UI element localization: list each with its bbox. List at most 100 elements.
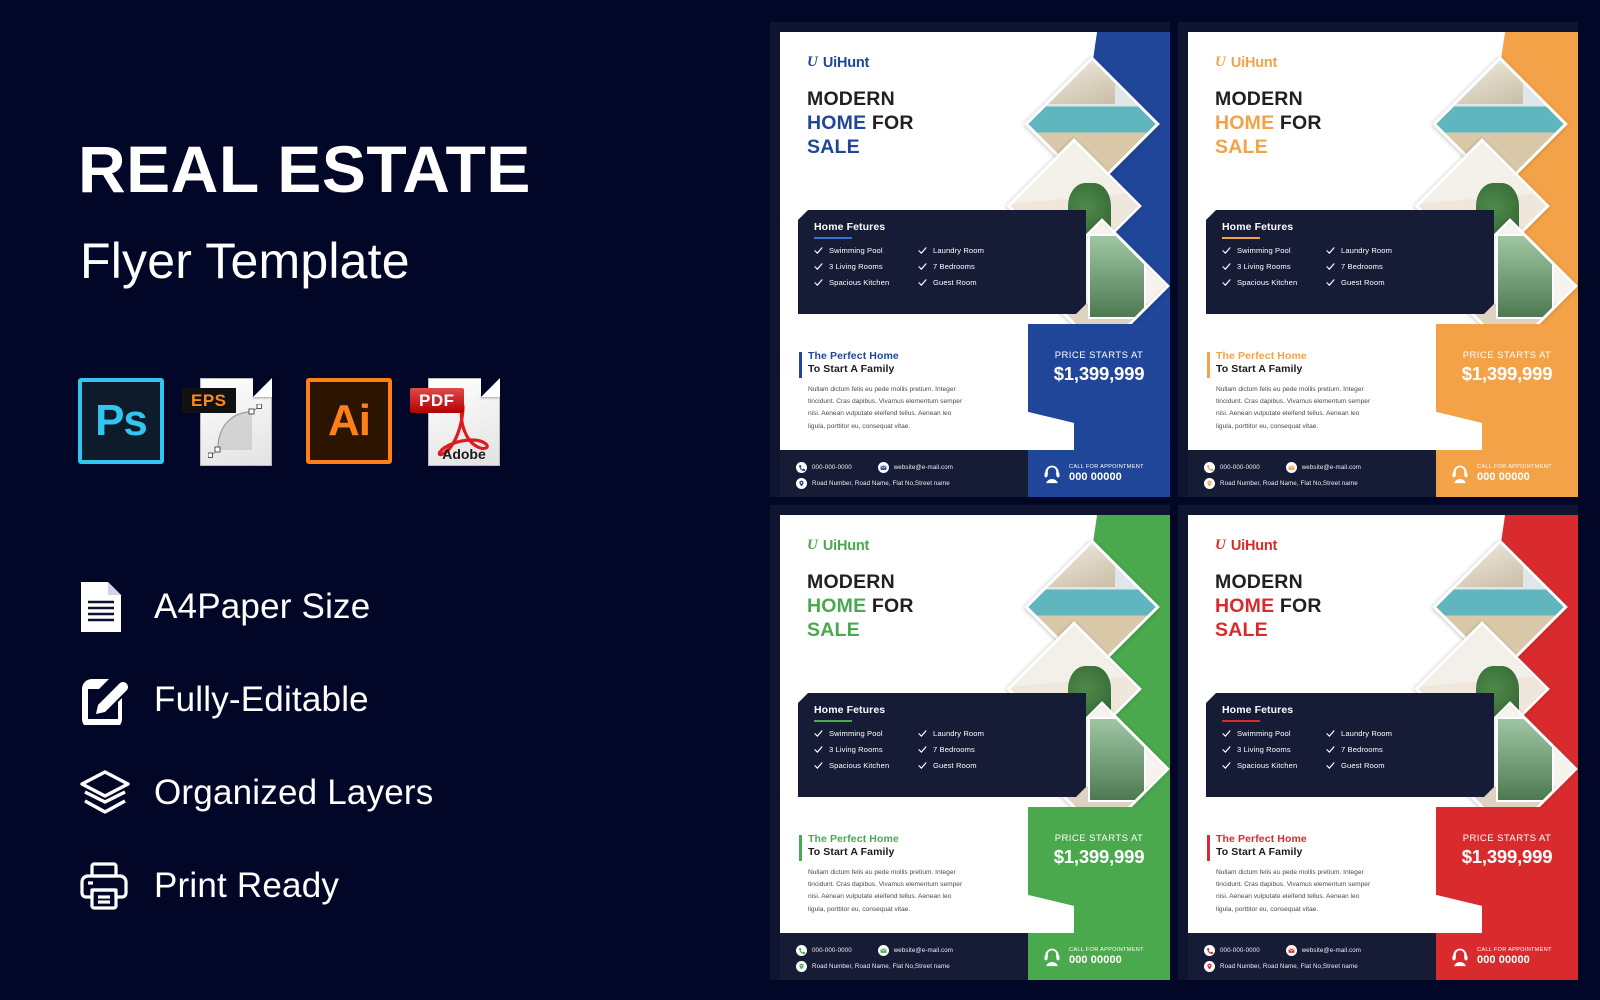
feature-text: 7 Bedrooms [933,262,975,271]
headline-line-1: MODERN [1215,571,1303,593]
check-icon [1222,262,1231,271]
phone-text: 000-000-0000 [1220,947,1260,954]
flyer-footer: 000-000-0000 website@e-mail.com Road Num… [1188,450,1578,497]
feature-list: A4Paper Size Fully-Editable Organized La… [78,560,433,932]
flyer-card-blue[interactable]: U UiHunt MODERN HOME FOR SALE Home Fetur… [770,22,1170,497]
contact-phone: 000-000-0000 [796,462,852,473]
feature-text: Guest Room [1341,278,1385,287]
feature-text: 3 Living Rooms [829,262,883,271]
feature-label: A4Paper Size [154,586,371,626]
page-fold-corner [253,378,272,397]
footer-cta-area[interactable]: CALL FOR APPOINTMENT 000 00000 [1028,450,1170,497]
headset-support-icon [1044,465,1060,483]
document-icon [78,580,154,634]
feature-label: Print Ready [154,865,340,905]
phone-icon [1204,462,1215,473]
check-icon [1222,278,1231,287]
feature-checklist-item: 3 Living Rooms [1222,745,1326,754]
feature-checklist-item: Laundry Room [918,729,1022,738]
feature-checklist-item: Spacious Kitchen [814,761,918,770]
pitch-line-1: The Perfect Home [1216,833,1307,845]
feature-text: Guest Room [933,278,977,287]
flyer-sheet: U UiHunt MODERN HOME FOR SALE Home Fetur… [1188,32,1578,497]
pitch-block: The Perfect Home To Start A Family Nulla… [1207,833,1376,916]
footer-contact-area: 000-000-0000 website@e-mail.com Road Num… [1188,933,1436,980]
feature-text: 3 Living Rooms [1237,262,1291,271]
feature-checklist-item: Laundry Room [918,246,1022,255]
printer-icon [78,861,154,911]
format-item-ps: Ps [78,378,166,466]
headline-line-2-rest: FOR [866,594,914,617]
contact-address: Road Number, Road Name, Flat No,Street n… [796,478,950,489]
pitch-body: Nullam dictum felis eu pede mollis preti… [1216,869,1371,913]
features-title: Home Fetures [814,221,886,233]
headline-accent-word: HOME [807,594,867,617]
feature-text: 7 Bedrooms [1341,262,1383,271]
pitch-line-2: To Start A Family [808,846,895,858]
feature-checklist-item: 3 Living Rooms [1222,262,1326,271]
check-icon [1222,729,1231,738]
mail-icon [877,462,889,473]
mail-icon [1285,462,1297,473]
price-value: $1,399,999 [1053,363,1145,384]
price-chevron-shape [1436,324,1578,446]
page-fold-corner [481,378,500,397]
feature-text: Swimming Pool [829,729,883,738]
headset-support-icon [1452,948,1468,966]
headset-support-icon [1452,465,1468,483]
flyer-card-orange[interactable]: U UiHunt MODERN HOME FOR SALE Home Fetur… [1178,22,1578,497]
flyer-footer: 000-000-0000 website@e-mail.com Road Num… [780,933,1170,980]
logo-mark-icon: U [1215,54,1226,70]
flyer-footer: 000-000-0000 website@e-mail.com Road Num… [1188,933,1578,980]
feature-checklist-item: 7 Bedrooms [918,262,1022,271]
flyer-card-red[interactable]: U UiHunt MODERN HOME FOR SALE Home Fetur… [1178,505,1578,980]
cta-label: CALL FOR APPOINTMENT [1477,464,1552,470]
feature-checklist-item: Guest Room [1326,761,1430,770]
brand-logo: U UiHunt [1215,54,1277,71]
feature-text: Guest Room [1341,761,1385,770]
pitch-block: The Perfect Home To Start A Family Nulla… [799,350,968,433]
features-grid: Swimming Pool Laundry Room 3 Living Room… [1222,246,1494,287]
cta-number: 000 00000 [1477,954,1530,966]
feature-text: Laundry Room [1341,246,1393,255]
illustrator-file-icon: Ai [306,378,392,464]
check-icon [1326,761,1335,770]
email-text: website@e-mail.com [893,947,954,954]
email-text: website@e-mail.com [1301,947,1362,954]
pitch-body: Nullam dictum felis eu pede mollis preti… [808,386,963,430]
features-title: Home Fetures [1222,704,1294,716]
contact-address: Road Number, Road Name, Flat No,Street n… [1204,478,1358,489]
features-underline [1222,237,1260,239]
footer-cta-area[interactable]: CALL FOR APPOINTMENT 000 00000 [1436,450,1578,497]
brand-logo: U UiHunt [1215,537,1277,554]
feature-checklist-item: Swimming Pool [1222,246,1326,255]
flyer-card-green[interactable]: U UiHunt MODERN HOME FOR SALE Home Fetur… [770,505,1170,980]
price-callout: PRICE STARTS AT $1,399,999 [1436,807,1578,929]
footer-cta-area[interactable]: CALL FOR APPOINTMENT 000 00000 [1436,933,1578,980]
home-features-panel: Home Fetures Swimming Pool Laundry Room … [798,210,1086,314]
feature-item-print-ready: Print Ready [78,839,433,932]
brand-logo: U UiHunt [807,54,869,71]
feature-text: Spacious Kitchen [1237,761,1298,770]
feature-checklist-item: 3 Living Rooms [814,262,918,271]
address-text: Road Number, Road Name, Flat No,Street n… [812,963,950,970]
page-title: REAL ESTATE [78,132,531,206]
pitch-body: Nullam dictum felis eu pede mollis preti… [808,869,963,913]
check-icon [918,729,927,738]
footer-cta-area[interactable]: CALL FOR APPOINTMENT 000 00000 [1028,933,1170,980]
pitch-line-1: The Perfect Home [1216,350,1307,362]
price-chevron-shape [1028,324,1170,446]
features-title: Home Fetures [814,704,886,716]
check-icon [814,246,823,255]
check-icon [814,745,823,754]
feature-checklist-item: Swimming Pool [814,729,918,738]
headline-line-3: SALE [807,135,860,158]
pitch-line-1: The Perfect Home [808,350,899,362]
feature-checklist-item: Spacious Kitchen [1222,761,1326,770]
feature-text: Swimming Pool [829,246,883,255]
feature-checklist-item: 7 Bedrooms [918,745,1022,754]
check-icon [814,729,823,738]
logo-text: UiHunt [822,54,870,71]
headline-accent-word: HOME [807,111,867,134]
file-format-list: Ps EPS Ai Adobe PDF [78,378,508,466]
